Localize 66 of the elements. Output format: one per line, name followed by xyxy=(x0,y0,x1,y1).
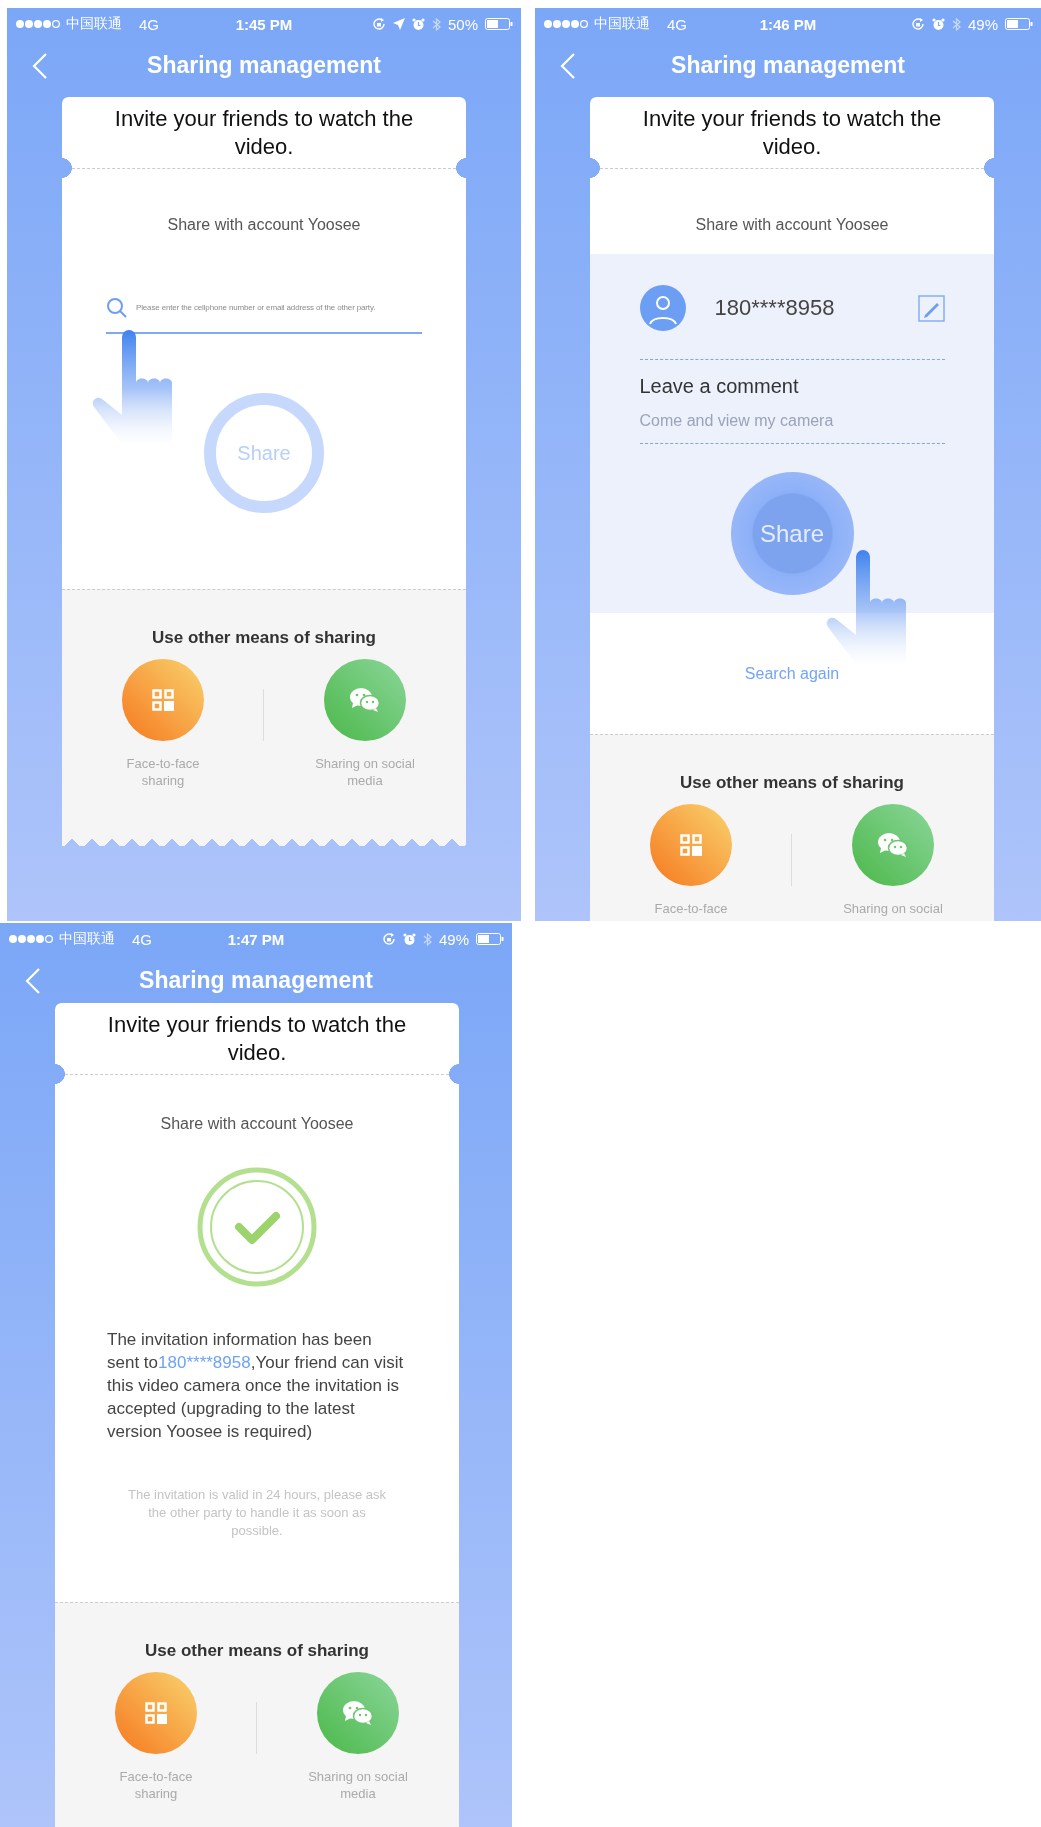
back-button[interactable] xyxy=(31,52,49,80)
search-again-link[interactable]: Search again xyxy=(744,664,840,684)
carrier-name: 中国联通 xyxy=(59,930,115,948)
share-button[interactable]: Share xyxy=(730,472,854,595)
invite-heading: Invite your friends to watch the video. xyxy=(107,1011,407,1067)
option-label: Sharing on social xyxy=(842,900,944,917)
invite-heading: Invite your friends to watch the video. xyxy=(114,105,414,161)
back-button[interactable] xyxy=(559,52,577,80)
search-field[interactable]: Please enter the cellphone number or email address of the other party. xyxy=(136,303,422,312)
status-time: 1:47 PM xyxy=(227,930,285,948)
share-subtitle: Share with account Yoosee xyxy=(167,215,361,235)
network-type: 4G xyxy=(132,930,152,948)
user-avatar-icon xyxy=(639,285,686,331)
screen-title: Sharing management xyxy=(671,51,905,79)
share-subtitle: Share with account Yoosee xyxy=(695,215,889,235)
option-label: Face-to-face sharing xyxy=(118,1768,194,1802)
status-time: 1:46 PM xyxy=(759,15,817,33)
qr-code-icon xyxy=(145,1702,167,1724)
other-means-title: Use other means of sharing xyxy=(144,1640,370,1662)
alarm-icon xyxy=(411,17,425,31)
chat-bubbles-icon xyxy=(342,1700,374,1726)
network-type: 4G xyxy=(139,15,159,33)
share-subtitle: Share with account Yoosee xyxy=(160,1114,354,1134)
status-time: 1:45 PM xyxy=(235,15,293,33)
battery-icon xyxy=(1005,18,1033,30)
network-type: 4G xyxy=(667,15,687,33)
qr-code-icon xyxy=(152,689,174,711)
comment-field[interactable]: Come and view my camera xyxy=(639,411,945,431)
battery-icon xyxy=(485,18,513,30)
option-label: Face-to-face sharing xyxy=(125,755,201,789)
carrier-name: 中国联通 xyxy=(594,15,650,33)
chat-bubbles-icon xyxy=(877,832,909,858)
screen-title: Sharing management xyxy=(147,51,381,79)
rotation-lock-icon xyxy=(371,17,386,31)
other-means-title: Use other means of sharing xyxy=(679,772,905,794)
battery-percent: 50% xyxy=(447,15,478,33)
comment-label: Leave a comment xyxy=(639,374,800,399)
signal-icon xyxy=(8,934,54,944)
signal-icon xyxy=(543,19,589,29)
screen-title: Sharing management xyxy=(139,966,373,994)
account-number: 180****8958 xyxy=(714,295,835,321)
chat-bubbles-icon xyxy=(349,687,381,713)
rotation-lock-icon xyxy=(910,17,925,31)
bluetooth-icon xyxy=(422,931,432,947)
search-icon xyxy=(106,296,128,319)
option-label: Face-to-face xyxy=(653,900,729,917)
success-check-icon xyxy=(197,1167,317,1287)
battery-percent: 49% xyxy=(967,15,998,33)
invitation-message: The invitation information has been sent to180****8958,Your friend can visit this video camera once the invitation is accepted (upgrading to the latest version Yoosee is required) xyxy=(107,1329,405,1443)
qr-code-icon xyxy=(680,834,702,856)
other-means-title: Use other means of sharing xyxy=(151,627,377,649)
back-button[interactable] xyxy=(24,967,42,995)
share-button[interactable]: Share xyxy=(204,393,324,513)
battery-icon xyxy=(476,933,504,945)
option-label: Sharing on social media xyxy=(314,755,416,789)
option-label: Sharing on social media xyxy=(307,1768,409,1802)
carrier-name: 中国联通 xyxy=(66,15,122,33)
alarm-icon xyxy=(402,932,416,946)
alarm-icon xyxy=(931,17,945,31)
invite-heading: Invite your friends to watch the video. xyxy=(642,105,942,161)
battery-percent: 49% xyxy=(438,930,469,948)
bluetooth-icon xyxy=(431,16,441,32)
edit-button[interactable] xyxy=(917,294,945,322)
bluetooth-icon xyxy=(951,16,961,32)
rotation-lock-icon xyxy=(381,932,396,946)
signal-icon xyxy=(15,19,61,29)
